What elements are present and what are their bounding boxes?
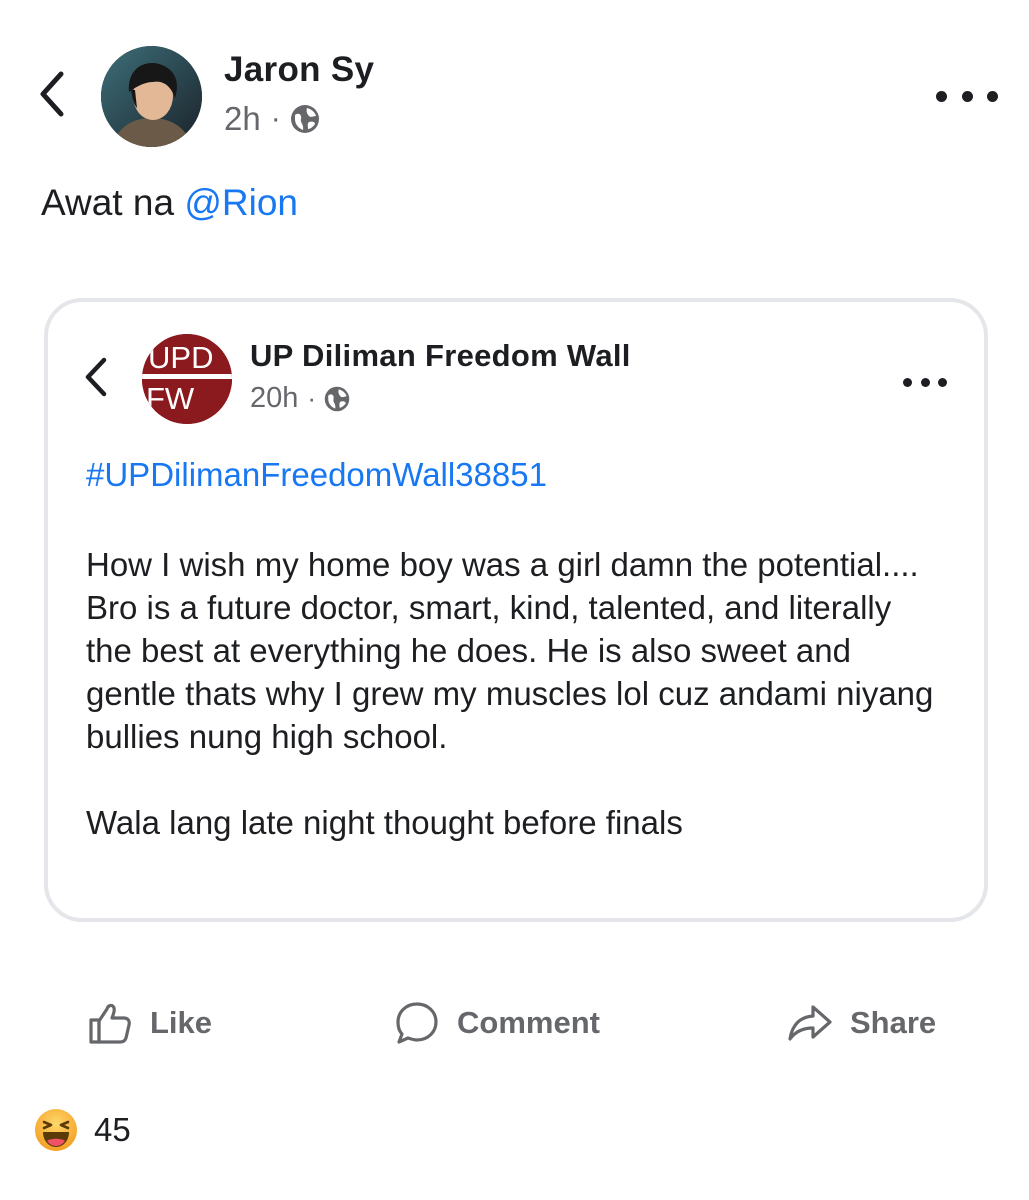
comment-button[interactable]: Comment (393, 996, 600, 1050)
post-text: Awat na @Rion (41, 182, 298, 224)
more-dot-icon (961, 90, 973, 102)
meta-separator: · (307, 383, 317, 413)
comment-bubble-icon (396, 1002, 438, 1044)
shared-post-paragraph: How I wish my home boy was a girl damn t… (86, 546, 934, 755)
globe-icon (324, 386, 350, 411)
like-button[interactable]: Like (86, 996, 212, 1050)
share-button[interactable]: Share (786, 996, 936, 1050)
share-label: Share (850, 1005, 937, 1040)
hashtag-link[interactable]: #UPDilimanFreedomWall38851 (86, 456, 547, 494)
more-dot-icon (936, 90, 947, 102)
page-name[interactable]: UP Diliman Freedom Wall (250, 338, 631, 374)
logo-text-top: UPD (148, 340, 213, 375)
author-avatar[interactable] (101, 46, 202, 147)
more-dot-icon (903, 377, 912, 387)
author-name[interactable]: Jaron Sy (224, 50, 374, 90)
share-arrow-icon (788, 1005, 832, 1041)
shared-post-meta: 20h · (250, 382, 351, 415)
meta-separator: · (270, 102, 281, 135)
post-time[interactable]: 2h (224, 100, 261, 138)
reaction-count: 45 (94, 1111, 131, 1148)
comment-label: Comment (457, 1005, 600, 1040)
post-meta: 2h · (224, 100, 321, 138)
shared-post-body: How I wish my home boy was a girl damn t… (86, 543, 946, 844)
page-logo[interactable]: UPD FW (142, 334, 232, 424)
more-dot-icon (987, 90, 998, 102)
mention-link[interactable]: @Rion (184, 182, 298, 223)
globe-icon (290, 105, 319, 133)
reaction-summary[interactable]: 45 (34, 1108, 131, 1152)
shared-back-button[interactable] (78, 352, 114, 402)
like-label: Like (150, 1005, 213, 1040)
shared-post-options-button[interactable] (903, 372, 947, 392)
more-dot-icon (938, 377, 947, 387)
chevron-left-icon (40, 71, 64, 117)
more-dot-icon (920, 377, 930, 387)
back-button[interactable] (30, 66, 74, 122)
post-text-body: Awat na (41, 182, 185, 223)
shared-post-time[interactable]: 20h (250, 382, 298, 415)
laughing-face-icon (35, 1109, 77, 1151)
chevron-left-icon (85, 357, 107, 397)
shared-post-paragraph: Wala lang late night thought before fina… (86, 804, 683, 841)
thumbs-up-icon (89, 1003, 131, 1044)
post-options-button[interactable] (936, 80, 998, 112)
